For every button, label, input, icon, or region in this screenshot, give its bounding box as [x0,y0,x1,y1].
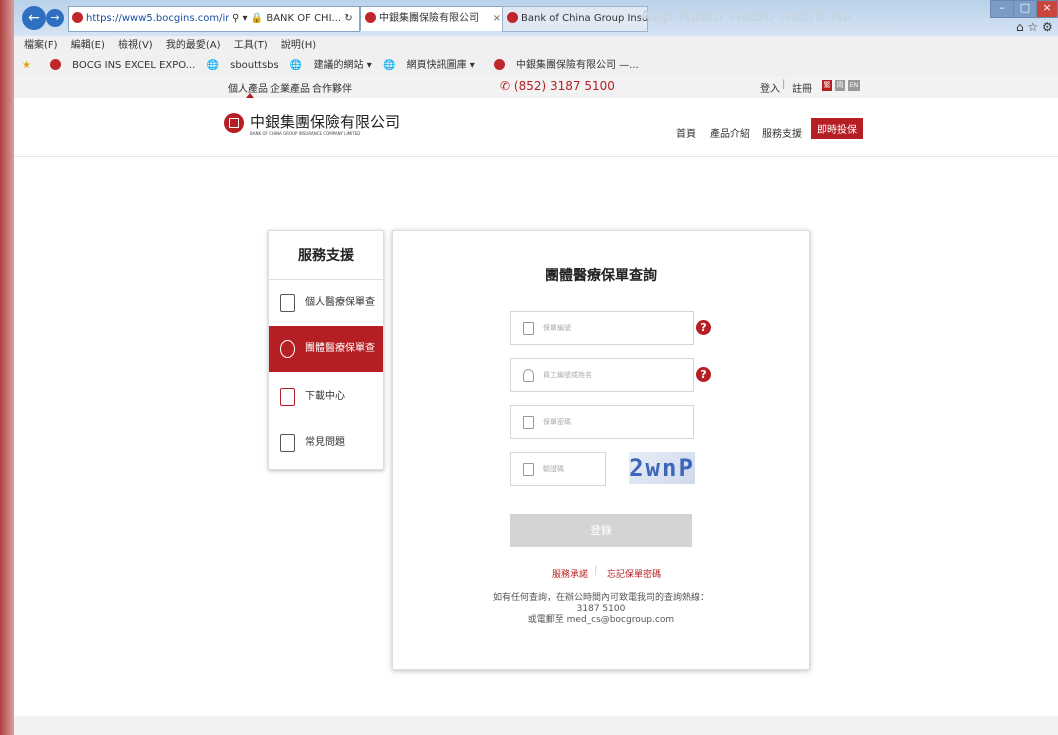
service-pledge-link[interactable]: 服務承諾 [552,567,588,580]
sidebar-item-faq[interactable]: 常見問題 [269,420,383,466]
menu-item[interactable]: 我的最愛(A) [166,36,221,56]
password-placeholder: 保單密碼 [543,418,571,426]
back-icon[interactable]: ← [22,6,46,30]
menu-item[interactable]: 工具(T) [234,36,268,56]
top-link-partners[interactable]: 合作夥伴 [312,80,352,95]
favorites-star-icon[interactable]: ★ [22,56,31,76]
policy-password-field[interactable]: 保單密碼 [510,405,694,439]
phone-icon: ✆ [500,79,511,93]
captcha-field[interactable]: 驗證碼 [510,452,606,486]
form-title: 團體醫療保單查詢 [545,268,657,284]
lang-trad-button[interactable]: 繁 [822,80,832,91]
forgot-password-link[interactable]: 忘記保單密碼 [607,567,661,580]
tab-bocg-en[interactable]: Bank of China Group Insuran... [502,6,648,32]
tab-label: 中銀集團保險有限公司 [379,13,479,24]
favorite-label: 中銀集團保險有限公司 —... [515,60,639,71]
lang-simp-button[interactable]: 简 [835,80,845,91]
login-button[interactable]: 登錄 [510,514,692,547]
buy-now-button[interactable]: 即時投保 [811,118,863,139]
sidebar-item-personal-medical[interactable]: 個人醫療保單查詢 [269,280,383,354]
member-id-field[interactable]: 員工編號或姓名 [510,358,694,392]
site-header: 中銀集團保險有限公司 BANK OF CHINA GROUP INSURANCE… [14,98,1058,157]
member-id-placeholder: 員工編號或姓名 [543,371,592,379]
download-folder-icon [280,388,295,406]
favorite-label: 網頁快訊圖庫 ▾ [406,60,475,71]
document-search-icon [280,294,295,312]
background-banner: Aaβ AaBb AaBb AaBb Aa [640,8,854,25]
contact-line: 如有任何查詢，在辦公時間內可致電我司的查詢熱線： [492,593,709,603]
lock-icon [523,416,534,429]
minimize-icon[interactable]: – [990,0,1014,18]
home-star-gear-icons[interactable]: ⌂ ☆ ⚙ [1016,20,1053,34]
contact-phone: 3187 5100 [576,604,626,614]
favorite-label: 建議的網站 ▾ [313,60,372,71]
site-top-bar: 個人產品 企業產品 合作夥伴 ✆ (852) 3187 5100 登入 | 註冊… [14,76,1058,99]
divider: | [594,565,598,576]
boc-logo-icon [224,113,244,133]
window-left-edge [0,0,14,735]
address-bar[interactable]: https://www5.bocgins.com/index.htm ⚲ ▾ 🔒… [68,6,360,32]
favorite-item[interactable]: 🌐 網頁快訊圖庫 ▾ [383,56,475,76]
captcha-placeholder: 驗證碼 [543,465,564,473]
forward-icon[interactable]: → [46,9,64,27]
footer-strip [14,716,1058,735]
captcha-image[interactable]: 2wnP [629,452,695,484]
document-icon [523,322,534,335]
tab-favicon-icon [365,12,376,23]
favorites-bar: ★ BOCG INS EXCEL EXPO... 🌐 sbouttsbs 🌐 建… [14,56,1058,77]
tab-label: Bank of China Group Insuran... [521,13,648,24]
sidebar-item-label: 下載中心 [305,391,345,402]
menu-item[interactable]: 編輯(E) [71,36,105,56]
policy-number-field[interactable]: 保單編號 [510,311,694,345]
group-user-icon [280,340,295,358]
top-link-corporate[interactable]: 企業產品 [270,80,310,95]
divider: | [782,79,786,90]
close-window-icon[interactable]: × [1036,0,1058,18]
nav-service[interactable]: 服務支援 [762,125,802,140]
fav-icon [50,59,62,70]
help-icon[interactable]: ? [696,367,711,382]
sidebar-item-download[interactable]: 下載中心 [269,374,383,420]
nav-home[interactable]: 首頁 [676,125,696,140]
nav-products[interactable]: 產品介紹 [710,125,750,140]
logo-english: BANK OF CHINA GROUP INSURANCE COMPANY LI… [250,131,361,136]
sidebar-item-group-medical[interactable]: 團體醫療保單查詢 [269,326,383,400]
register-link[interactable]: 註冊 [792,80,812,95]
sidebar-title: 服務支援 [298,248,354,264]
site-favicon-icon [72,12,83,23]
contact-email[interactable]: 或電郵至 med_cs@bocgroup.com [393,615,809,626]
help-icon[interactable]: ? [696,320,711,335]
phone-number[interactable]: ✆ (852) 3187 5100 [500,79,615,93]
question-chat-icon [280,434,295,452]
verify-icon [523,463,534,476]
favorite-label: sbouttsbs [230,60,279,71]
menu-item[interactable]: 檢視(V) [118,36,153,56]
favorite-label: BOCG INS EXCEL EXPO... [72,60,196,71]
policy-number-placeholder: 保單編號 [543,324,571,332]
favorite-item[interactable]: 🌐 sbouttsbs [206,56,278,76]
service-sidebar: 服務支援 個人醫療保單查詢 團體醫療保單查詢 下載中心 常見問題 [268,230,384,470]
maximize-icon[interactable]: □ [1013,0,1037,18]
sidebar-item-label: 常見問題 [305,437,345,448]
lang-en-button[interactable]: EN [848,80,860,91]
close-tab-icon[interactable]: × [493,7,501,31]
contact-info: 如有任何查詢，在辦公時間內可致電我司的查詢熱線： 3187 5100 或電郵至 … [393,593,809,626]
menu-item[interactable]: 檔案(F) [24,36,58,56]
menu-bar: 檔案(F) 編輯(E) 檢視(V) 我的最愛(A) 工具(T) 說明(H) [14,36,1058,57]
favorite-item[interactable]: 🌐 建議的網站 ▾ [290,56,372,76]
address-site-name: BANK OF CHI... [266,13,342,24]
address-controls: ⚲ ▾ 🔒 BANK OF CHI... ↻ [229,7,356,31]
user-icon [523,369,534,382]
favorite-item[interactable]: 中銀集團保險有限公司 —... [486,56,639,76]
login-link[interactable]: 登入 [760,80,780,95]
tab-bocg-cn[interactable]: 中銀集團保險有限公司 × [360,6,506,31]
phone-text: (852) 3187 5100 [513,79,615,93]
favorite-item[interactable]: BOCG INS EXCEL EXPO... [42,56,195,76]
logo-chinese: 中銀集團保險有限公司 [250,113,401,131]
menu-item[interactable]: 說明(H) [281,36,316,56]
tab-favicon-icon [507,12,518,23]
fav-icon [493,59,505,70]
group-medical-query-form: 團體醫療保單查詢 保單編號 ? 員工編號或姓名 ? 保單密碼 驗證碼 2wnP … [392,230,810,670]
